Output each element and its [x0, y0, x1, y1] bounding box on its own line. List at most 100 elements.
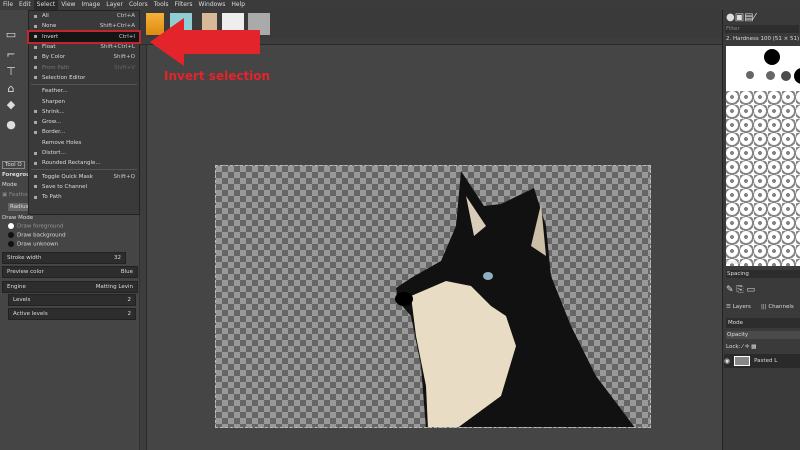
feather-checkbox[interactable]: ▣ Feathe: [2, 192, 28, 198]
radio-label: Draw background: [17, 232, 66, 239]
menu-file[interactable]: File: [0, 0, 16, 10]
field-value: Matting Levin: [95, 284, 133, 290]
menu-item-border[interactable]: ▪ Border...: [29, 127, 139, 137]
menu-item-rounded-rectangle[interactable]: ▪ Rounded Rectangle...: [29, 158, 139, 168]
menu-item-by-color[interactable]: ▪ By Color Shift+O: [29, 52, 139, 62]
vertical-ruler: [140, 45, 147, 450]
brush-grid[interactable]: [726, 46, 800, 266]
menu-colors[interactable]: Colors: [126, 0, 151, 10]
menu-item-float[interactable]: ▪ Float Shift+Ctrl+L: [29, 42, 139, 52]
menu-item-shortcut: Shift+Q: [113, 173, 135, 180]
menu-item-remove-holes[interactable]: Remove Holes: [29, 138, 139, 148]
preview-color-select[interactable]: Preview color Blue: [2, 266, 138, 278]
menu-select[interactable]: Select: [33, 0, 59, 10]
menu-item-from-path[interactable]: ▪ From Path Shift+V: [29, 62, 139, 72]
menu-item-toggle-quick-mask[interactable]: ▪ Toggle Quick Mask Shift+Q: [29, 171, 139, 181]
by-color-icon: ▪: [33, 53, 38, 61]
crop-tool-icon[interactable]: ⌐: [4, 48, 18, 62]
brush-item[interactable]: [794, 68, 800, 84]
quick-mask-icon: ▪: [33, 173, 38, 181]
menu-edit[interactable]: Edit: [16, 0, 34, 10]
menubar: File Edit Select View Image Layer Colors Tools F…: [0, 0, 800, 10]
menu-item-label: To Path: [42, 194, 62, 201]
distort-icon: ▪: [33, 149, 38, 157]
engine-select[interactable]: Engine Matting Levin: [2, 281, 138, 293]
field-value: 2: [127, 311, 132, 317]
menu-item-label: Save to Channel: [42, 183, 88, 190]
active-levels-field[interactable]: Active levels 2: [8, 308, 136, 320]
menu-item-shortcut: Shift+Ctrl+A: [99, 23, 135, 30]
menu-help[interactable]: Help: [228, 0, 248, 10]
select-none-icon: ▪: [33, 22, 38, 30]
menu-item-label: Selection Editor: [42, 74, 86, 81]
tab-label: Layers: [732, 304, 751, 310]
tab-layers[interactable]: ☰ Layers: [726, 304, 751, 310]
spacing-field[interactable]: Spacing: [726, 270, 800, 278]
tool-options-tab[interactable]: Tool O: [2, 161, 25, 169]
visibility-eye-icon[interactable]: ◉: [724, 357, 730, 365]
draw-background-radio[interactable]: Draw background: [8, 232, 66, 239]
menu-item-selection-editor[interactable]: ▪ Selection Editor: [29, 73, 139, 83]
menu-item-shortcut: Shift+Ctrl+L: [100, 44, 135, 51]
rounded-rect-icon: ▪: [33, 159, 38, 167]
menu-item-all[interactable]: ▪ All Ctrl+A: [29, 11, 139, 21]
brush-filter-input[interactable]: Filter: [725, 25, 799, 33]
menu-item-invert[interactable]: ▪ Invert Ctrl+I: [27, 29, 141, 44]
menu-image[interactable]: Image: [78, 0, 103, 10]
brush-action-icons[interactable]: ✎ ⎘ ▭: [726, 285, 755, 295]
tab-label: Channels: [768, 304, 794, 310]
invert-icon: ▪: [33, 33, 38, 41]
draw-foreground-radio[interactable]: Draw foreground: [8, 223, 63, 230]
image-canvas[interactable]: [215, 165, 651, 428]
brushes-tab-icons[interactable]: ●▣▤⁄: [726, 12, 755, 23]
menu-item-sharpen[interactable]: Sharpen: [29, 96, 139, 106]
warp-tool-icon[interactable]: ⌂: [4, 82, 18, 96]
draw-unknown-radio[interactable]: Draw unknown: [8, 241, 58, 248]
radio-label: Draw foreground: [17, 223, 64, 230]
menu-item-none[interactable]: ▪ None Shift+Ctrl+A: [29, 21, 139, 31]
brush-item[interactable]: [781, 71, 791, 81]
levels-field[interactable]: Levels 2: [8, 294, 136, 306]
menu-item-label: Distort...: [42, 150, 66, 156]
menu-item-distort[interactable]: ▪ Distort...: [29, 148, 139, 158]
lock-row: Lock: ⁄ ✛ ▩: [726, 344, 757, 350]
menu-view[interactable]: View: [58, 0, 78, 10]
brush-preset: Basic.: [726, 260, 743, 266]
menu-item-label: None: [42, 23, 57, 30]
red-arrow-annotation: [150, 18, 260, 66]
layer-mode-select[interactable]: Mode: [726, 318, 800, 328]
menu-item-label: Border...: [42, 129, 66, 136]
align-tool-icon[interactable]: ⊤: [4, 65, 18, 79]
brush-item[interactable]: [764, 49, 780, 65]
smudge-tool-icon[interactable]: ●: [4, 118, 18, 132]
menu-item-save-to-channel[interactable]: ▪ Save to Channel: [29, 182, 139, 192]
husky-image: [395, 171, 635, 427]
rect-select-tool-icon[interactable]: ▭: [4, 28, 18, 42]
brush-item[interactable]: [766, 71, 775, 80]
feather-label: Feathe: [8, 192, 28, 198]
menu-item-label: By Color: [42, 54, 66, 61]
path-icon: ▪: [33, 193, 38, 201]
stroke-width-field[interactable]: Stroke width 32: [2, 252, 126, 264]
menu-item-feather[interactable]: Feather...: [29, 86, 139, 96]
menu-item-to-path[interactable]: ▪ To Path: [29, 192, 139, 202]
menu-filters[interactable]: Filters: [172, 0, 196, 10]
lock-label: Lock:: [726, 344, 741, 350]
tab-channels[interactable]: ||| Channels: [761, 304, 794, 310]
eraser-tool-icon[interactable]: ◆: [4, 98, 18, 112]
menu-windows[interactable]: Windows: [196, 0, 229, 10]
menu-item-label: All: [42, 13, 49, 20]
opacity-field[interactable]: Opacity: [726, 331, 800, 339]
menu-layer[interactable]: Layer: [103, 0, 126, 10]
brush-items[interactable]: [726, 91, 800, 266]
menu-tools[interactable]: Tools: [151, 0, 172, 10]
menu-item-shrink[interactable]: ▪ Shrink...: [29, 107, 139, 117]
field-label: Engine: [7, 284, 26, 290]
field-label: Preview color: [7, 269, 44, 275]
layer-row[interactable]: ◉ Pasted L: [724, 354, 800, 368]
menu-item-grow[interactable]: ▪ Grow...: [29, 117, 139, 127]
field-label: Stroke width: [7, 255, 42, 261]
brush-item[interactable]: [746, 71, 754, 79]
field-value: 32: [114, 255, 121, 261]
selection-editor-icon: ▪: [33, 74, 38, 82]
